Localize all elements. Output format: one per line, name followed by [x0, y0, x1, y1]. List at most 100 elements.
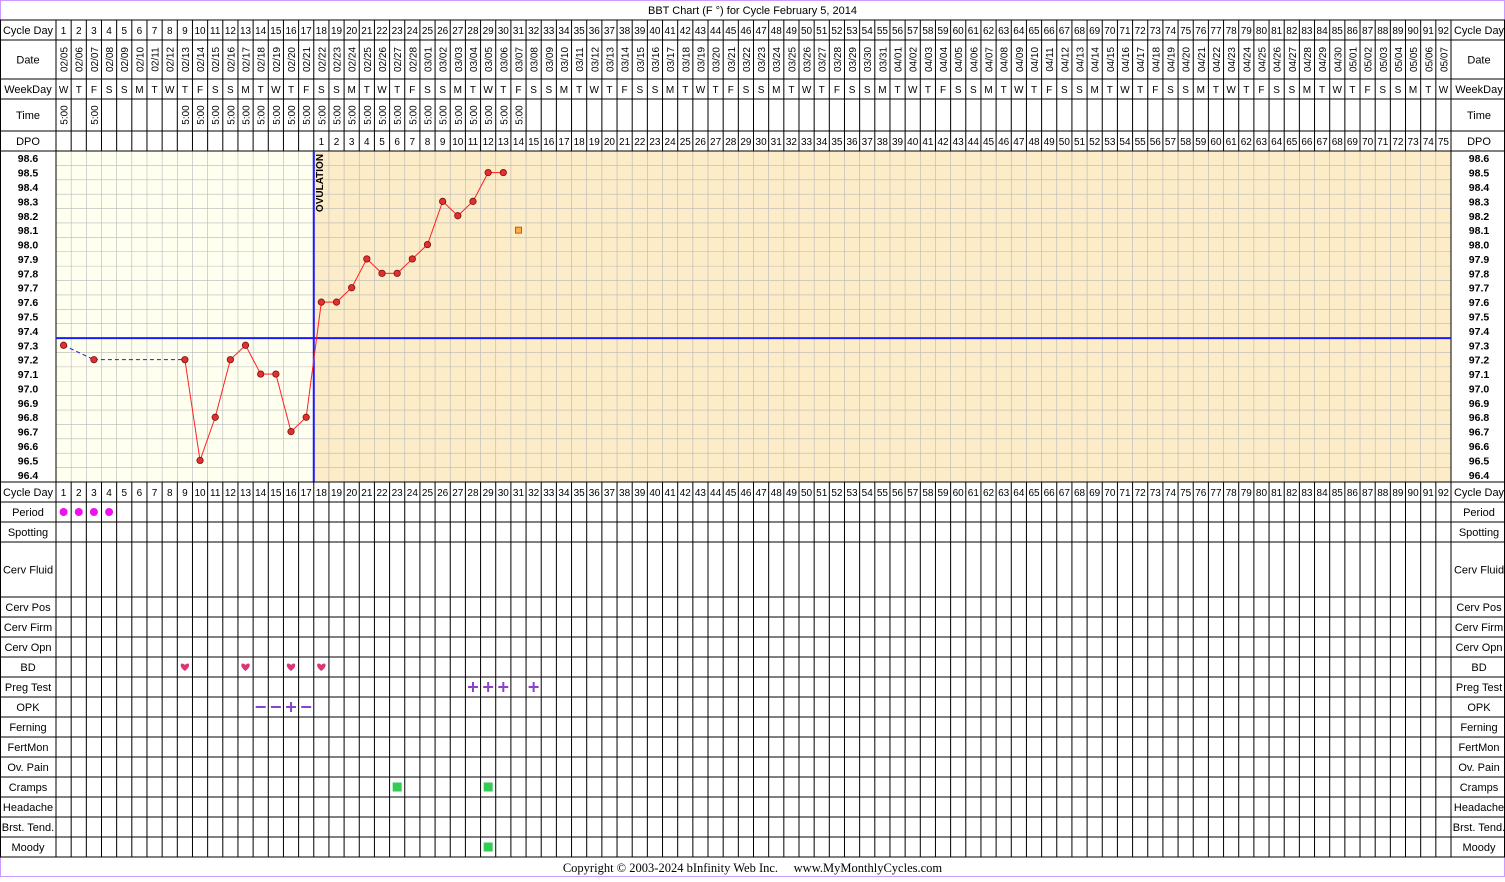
symptom-label-right: Brst. Tend.: [1453, 822, 1505, 834]
time-cell: 5:00: [181, 105, 192, 125]
cycle-day-cell: 31: [513, 26, 525, 37]
dpo-cell: 20: [604, 137, 616, 148]
cycle-day-cell: 1: [61, 26, 67, 37]
temp-axis-label-left: 98.4: [18, 182, 39, 194]
dpo-cell: 51: [1074, 137, 1086, 148]
date-cell: 03/19: [696, 47, 707, 72]
cycle-day-cell: 27: [452, 26, 464, 37]
cycle-day-cell: 12: [225, 26, 237, 37]
bbt-chart-svg: BBT Chart (F °) for Cycle February 5, 20…: [0, 0, 1505, 877]
weekday-cell: W: [165, 85, 175, 96]
cycle-day-cell: 38: [619, 26, 631, 37]
dpo-cell: 7: [410, 137, 416, 148]
temp-marker-square: [515, 226, 522, 234]
date-cell: 03/24: [772, 47, 783, 72]
temp-axis-label-right: 98.5: [1469, 168, 1490, 180]
cycle-day-cell-2: 71: [1119, 488, 1131, 499]
weekday-cell: T: [576, 85, 582, 96]
date-cell: 04/11: [1045, 47, 1056, 72]
temp-axis-label-left: 96.4: [18, 470, 39, 482]
temp-axis-label-right: 96.7: [1469, 427, 1490, 439]
dpo-cell: 48: [1028, 137, 1040, 148]
dpo-cell: 12: [483, 137, 495, 148]
cycle-day-cell: 51: [816, 26, 828, 37]
cycle-day-cell-2: 79: [1241, 488, 1253, 499]
cycle-day-cell: 14: [255, 26, 267, 37]
date-cell: 02/19: [272, 47, 283, 72]
weekday-cell: T: [713, 85, 719, 96]
date-cell: 03/23: [757, 47, 768, 72]
cycle-day-cell-2: 11: [210, 488, 221, 499]
symptom-label-right: Ov. Pain: [1458, 762, 1499, 774]
dpo-cell: 53: [1104, 137, 1116, 148]
symptom-label-left: Cerv Fluid: [3, 565, 53, 577]
dpo-cell: 5: [379, 137, 385, 148]
weekday-cell: W: [802, 85, 812, 96]
dpo-cell: 23: [649, 137, 661, 148]
date-cell: 05/02: [1364, 47, 1375, 72]
temp-point: [196, 456, 204, 465]
time-cell: 5:00: [499, 105, 510, 125]
date-cell: 04/03: [924, 47, 935, 72]
dpo-cell: 62: [1241, 137, 1253, 148]
cycle-day-cell: 29: [483, 26, 495, 37]
temp-axis-label-left: 97.5: [18, 312, 39, 324]
dpo-cell: 14: [513, 137, 525, 148]
cycle-day-cell: 76: [1195, 26, 1207, 37]
temp-axis-label-left: 97.4: [18, 326, 39, 338]
symptom-label-right: Cerv Opn: [1455, 642, 1502, 654]
temp-axis-label-right: 97.0: [1469, 383, 1490, 395]
date-cell: 04/19: [1166, 47, 1177, 72]
dpo-cell: 67: [1317, 137, 1329, 148]
date-cell: 05/03: [1379, 47, 1390, 72]
temp-axis-label-right: 97.9: [1469, 254, 1490, 266]
dpo-cell: 18: [574, 137, 586, 148]
temp-axis-label-right: 97.3: [1469, 340, 1490, 352]
cycle-day-cell-2: 66: [1044, 488, 1056, 499]
cycle-day-cell-2: 5: [121, 488, 127, 499]
weekday-cell: S: [636, 85, 643, 96]
temp-point: [454, 212, 462, 220]
temp-point: [59, 341, 68, 349]
cycle-day-cell: 4: [106, 26, 112, 37]
date-cell: 02/18: [257, 47, 268, 72]
dpo-cell: 41: [922, 137, 934, 148]
symptom-label-right: Period: [1463, 507, 1495, 519]
weekday-cell: T: [1425, 85, 1431, 96]
time-cell: 5:00: [408, 105, 419, 125]
date-cell: 04/24: [1242, 47, 1253, 72]
dpo-cell: 68: [1332, 137, 1344, 148]
cycle-day-cell: 66: [1044, 26, 1056, 37]
cycle-day-cell-2: 67: [1059, 488, 1071, 499]
symptom-label-left: Ferning: [9, 722, 46, 734]
cycle-day-cell-2: 37: [604, 488, 616, 499]
cycle-day-cell: 43: [695, 26, 707, 37]
date-cell: 05/07: [1439, 47, 1450, 72]
cycle-day-cell: 47: [756, 26, 768, 37]
date-cell: 03/26: [803, 47, 814, 72]
weekday-cell: T: [364, 85, 370, 96]
cycle-day-cell: 63: [998, 26, 1010, 37]
dpo-cell: 31: [771, 137, 783, 148]
weekday-cell: S: [1379, 85, 1386, 96]
dpo-cell: 9: [440, 137, 446, 148]
moody-box: [483, 842, 493, 852]
cycle-day-cell-2: 35: [574, 488, 586, 499]
date-cell: 03/11: [575, 47, 586, 72]
date-cell: 03/28: [833, 47, 844, 72]
cycle-day-cell: 35: [574, 26, 586, 37]
weekday-cell: F: [622, 85, 628, 96]
cycle-day-cell-2: 19: [331, 488, 343, 499]
cycle-day-cell: 21: [361, 26, 373, 37]
dpo-cell: 6: [394, 137, 400, 148]
cycle-day-cell-2: 40: [649, 488, 661, 499]
cycle-day-cell: 92: [1438, 26, 1450, 37]
dpo-cell: 42: [937, 137, 949, 148]
cycle-day-cell: 48: [771, 26, 783, 37]
weekday-cell: F: [303, 85, 309, 96]
temp-point: [181, 356, 189, 364]
temp-point: [332, 298, 341, 306]
symptom-label-right: Spotting: [1459, 527, 1499, 539]
weekday-cell: T: [470, 85, 476, 96]
cycle-day-cell: 87: [1362, 26, 1374, 37]
